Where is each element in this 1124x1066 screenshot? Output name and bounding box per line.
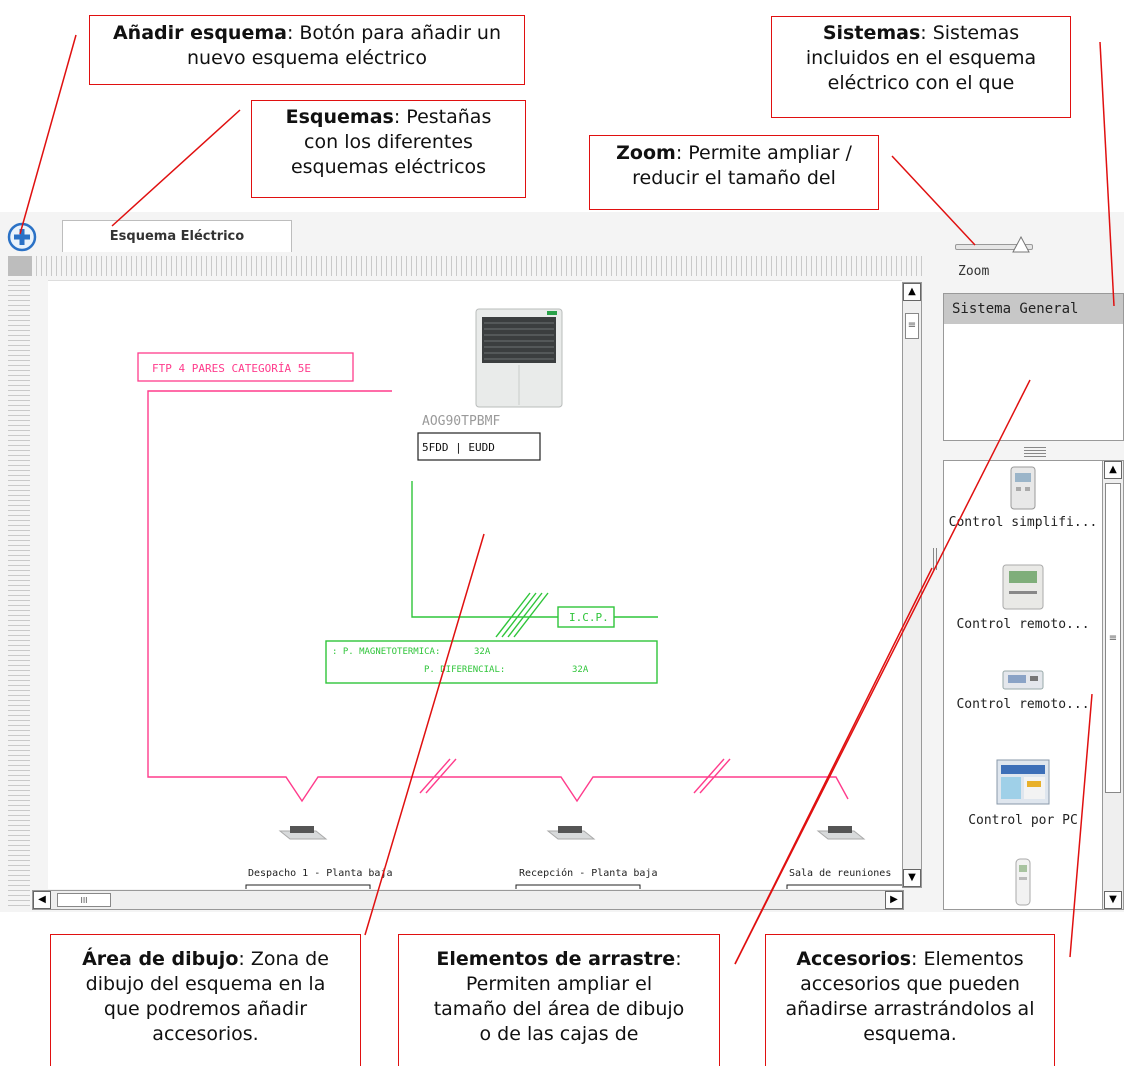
callout-zoom: Zoom: Permite ampliar / reducir el tamañ… bbox=[589, 135, 879, 210]
callout-systems: Sistemas: Sistemas incluidos en el esque… bbox=[771, 16, 1071, 118]
callout-drag-elements: Elementos de arrastre: Permiten ampliar … bbox=[398, 934, 720, 1066]
callout-drawing-area: Área de dibujo: Zona de dibujo del esque… bbox=[50, 934, 361, 1066]
callout-leader-lines bbox=[19, 34, 1115, 965]
callout-schemes: Esquemas: Pestañas con los diferentes es… bbox=[251, 100, 526, 198]
callout-accessories: Accesorios: Elementos accesorios que pue… bbox=[765, 934, 1055, 1066]
callout-add-scheme: Añadir esquema: Botón para añadir un nue… bbox=[89, 15, 525, 85]
